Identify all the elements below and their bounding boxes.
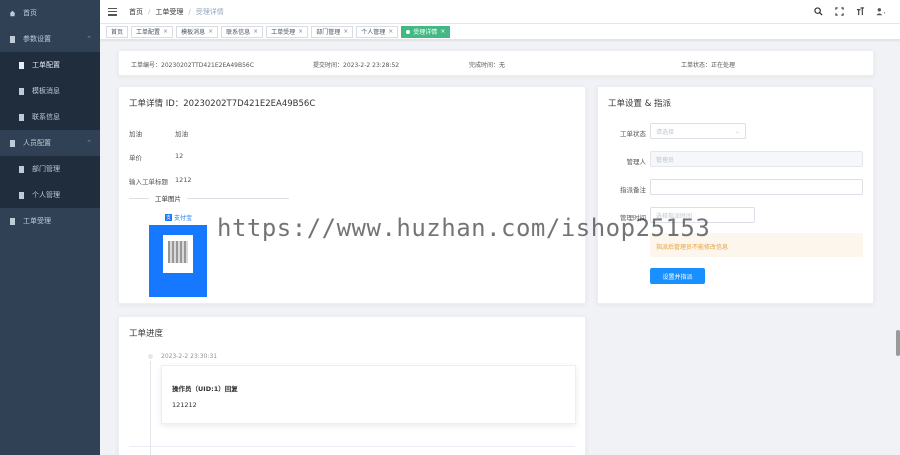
sidebar-item-home[interactable]: 首页 <box>0 0 100 26</box>
close-icon[interactable]: × <box>388 28 393 35</box>
timeline-content: 121212 <box>172 401 197 409</box>
navbar: 首页 / 工单受理 / 受理详情 <box>100 0 900 24</box>
timeline-item: 操作员（UID:1）回复 121212 <box>161 365 576 424</box>
sidebar-item-department[interactable]: 部门管理 <box>0 156 100 182</box>
sidebar-item-label: 联系信息 <box>32 113 60 121</box>
active-dot-icon <box>406 29 411 34</box>
tag-home[interactable]: 首页 <box>106 25 129 38</box>
tags-view: 首页 工单配置 × 模板消息 × 联系信息 × 工单受理 × 部门管理 × 个人管理 × 受… <box>100 24 900 40</box>
status-select[interactable]: 请选择 ⌄ <box>650 123 746 139</box>
font-size-icon[interactable] <box>855 6 865 16</box>
alipay-icon: 支 <box>165 214 172 221</box>
status-label: 工单状态 <box>620 130 646 138</box>
breadcrumb-home[interactable]: 首页 <box>129 7 143 17</box>
close-icon[interactable]: × <box>208 28 213 35</box>
tag-order-config[interactable]: 工单配置 × <box>131 25 174 38</box>
sidebar-item-label: 部门管理 <box>32 165 60 173</box>
chevron-up-icon: ⌃ <box>86 139 92 147</box>
doc-icon <box>18 165 25 173</box>
doc-icon <box>18 87 25 95</box>
sidebar-item-template-msg[interactable]: 模板消息 <box>0 78 100 104</box>
detail-field: 单价 12 <box>129 152 184 162</box>
chevron-up-icon: ⌃ <box>86 35 92 43</box>
sidebar-item-label: 模板消息 <box>32 87 60 95</box>
assign-note-label: 指派备注 <box>620 186 646 194</box>
breadcrumb-order-accept[interactable]: 工单受理 <box>155 7 183 17</box>
close-icon[interactable]: × <box>298 28 303 35</box>
image-section-divider: 工单图片 <box>129 193 289 203</box>
set-and-assign-button[interactable]: 设置并指派 <box>650 268 705 284</box>
timeline-timestamp: 2023-2-2 23:30:31 <box>161 353 218 360</box>
order-progress-card: 工单进度 2023-2-2 23:30:31 操作员（UID:1）回复 1212… <box>118 316 586 455</box>
close-icon[interactable]: × <box>440 28 445 35</box>
close-icon[interactable]: × <box>163 28 168 35</box>
hamburger-icon[interactable] <box>108 7 117 16</box>
breadcrumb-current: 受理详情 <box>195 7 224 16</box>
watermark-url: https://www.huzhan.com/ishop25153 <box>217 214 711 242</box>
detail-field: 输入工单标题 1212 <box>129 176 192 186</box>
manager-input: 管理员 <box>650 151 863 167</box>
sidebar-item-order-config[interactable]: 工单配置 <box>0 52 100 78</box>
sidebar-item-staff[interactable]: 人员配置 ⌃ <box>0 130 100 156</box>
sidebar-item-params[interactable]: 参数设置 ⌃ <box>0 26 100 52</box>
settings-icon <box>9 35 16 43</box>
chevron-down-icon: ⌄ <box>734 127 740 135</box>
sidebar-item-label: 个人管理 <box>32 191 60 199</box>
user-icon[interactable] <box>876 6 886 16</box>
progress-title: 工单进度 <box>129 329 164 339</box>
sidebar-item-label: 人员配置 <box>23 139 51 147</box>
sidebar-item-label: 首页 <box>23 9 37 17</box>
manager-label: 管理人 <box>626 158 647 166</box>
search-icon[interactable] <box>813 6 823 16</box>
tag-template-msg[interactable]: 模板消息 × <box>176 25 219 38</box>
tag-accept-detail[interactable]: 受理详情 × <box>401 25 451 38</box>
sidebar-item-label: 工单配置 <box>32 61 60 69</box>
doc-icon <box>18 191 25 199</box>
order-info-bar: 工单编号：20230202TTD421E2EA49B56C 提交时间：2023-… <box>118 50 874 76</box>
assign-note-input[interactable] <box>650 179 863 195</box>
sidebar-item-label: 工单受理 <box>23 217 51 225</box>
doc-icon <box>18 113 25 121</box>
sidebar-item-contact[interactable]: 联系信息 <box>0 104 100 130</box>
order-assign-card: 工单设置 & 指派 工单状态 请选择 ⌄ 管理人 管理员 指派备注 管理时间 选… <box>597 86 874 304</box>
submit-time: 提交时间：2023-2-2 23:28:52 <box>313 62 400 69</box>
order-detail-card: 工单详情 ID：20230202T7D421E2EA49B56C 加油 加油 单… <box>118 86 586 304</box>
finish-time: 完成时间：无 <box>469 62 506 69</box>
close-icon[interactable]: × <box>253 28 258 35</box>
tag-personal[interactable]: 个人管理 × <box>356 25 399 38</box>
order-image[interactable]: 支 支付宝 <box>149 213 207 297</box>
sidebar-item-personal[interactable]: 个人管理 <box>0 182 100 208</box>
page-scrollbar[interactable] <box>896 330 900 356</box>
fullscreen-icon[interactable] <box>834 6 844 16</box>
doc-icon <box>18 61 25 69</box>
timeline-dot <box>148 354 153 359</box>
doc-icon <box>9 217 16 225</box>
tag-department[interactable]: 部门管理 × <box>311 25 354 38</box>
home-icon <box>9 10 16 17</box>
tag-order-accept[interactable]: 工单受理 × <box>266 25 309 38</box>
sidebar-item-order-accept[interactable]: 工单受理 <box>0 208 100 234</box>
breadcrumb: 首页 / 工单受理 / 受理详情 <box>129 7 224 17</box>
assign-title: 工单设置 & 指派 <box>608 99 672 109</box>
sidebar: 首页 参数设置 ⌃ 工单配置 模板消息 联系信息 人员配置 ⌃ 部门管理 个人管… <box>0 0 100 455</box>
detail-field: 加油 加油 <box>129 130 188 138</box>
detail-title: 工单详情 ID：20230202T7D421E2EA49B56C <box>129 99 316 109</box>
sidebar-item-label: 参数设置 <box>23 35 51 43</box>
qr-code-image <box>163 235 193 273</box>
order-number: 工单编号：20230202TTD421E2EA49B56C <box>131 62 254 69</box>
tag-contact[interactable]: 联系信息 × <box>221 25 264 38</box>
order-status: 工单状态：正在处理 <box>681 62 736 69</box>
close-icon[interactable]: × <box>343 28 348 35</box>
timeline-operator: 操作员（UID:1）回复 <box>172 385 238 393</box>
users-icon <box>9 139 16 147</box>
